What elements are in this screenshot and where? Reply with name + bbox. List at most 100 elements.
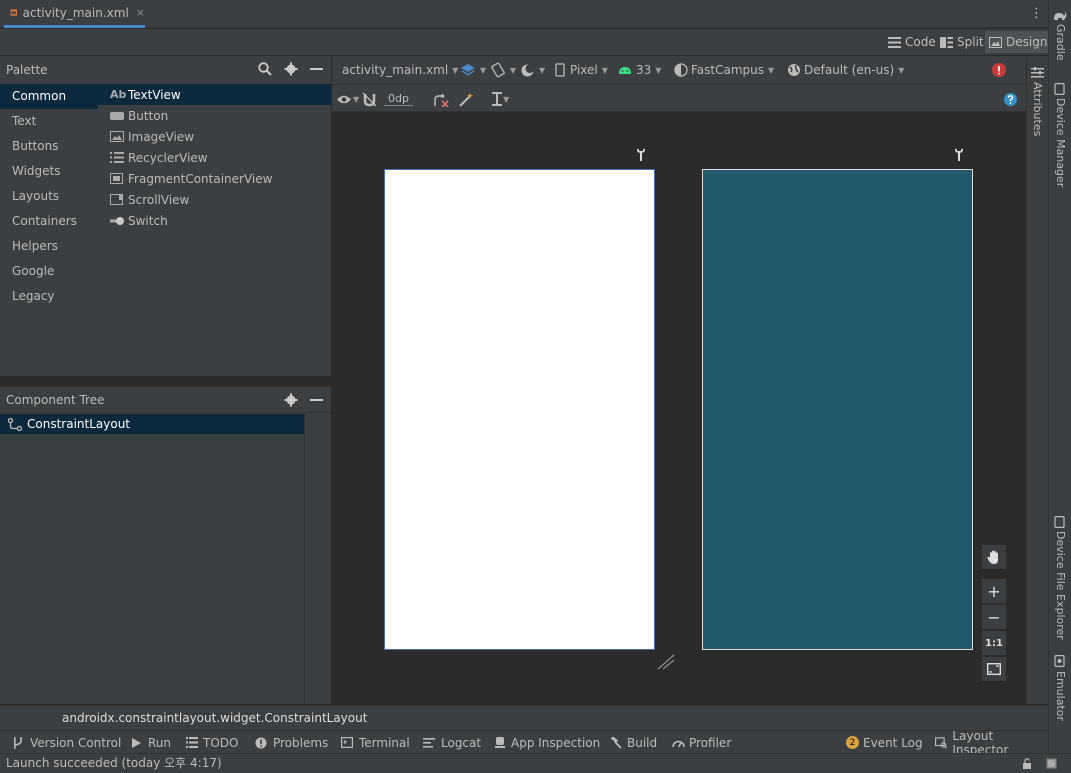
palette-item-label: FragmentContainerView bbox=[128, 171, 273, 186]
run-tab[interactable]: Run bbox=[131, 731, 171, 754]
help-indicator[interactable] bbox=[1004, 85, 1017, 113]
palette-item-fragmentcontainerview[interactable]: FragmentContainerView bbox=[98, 168, 331, 189]
gradle-tab[interactable]: Gradle bbox=[1054, 24, 1067, 61]
more-options-icon[interactable]: ⋮ bbox=[1030, 6, 1043, 21]
version-control-tab[interactable]: Version Control bbox=[12, 731, 121, 754]
build-tab[interactable]: Build bbox=[610, 731, 657, 754]
view-options-dropdown[interactable]: ▼ bbox=[336, 85, 359, 113]
palette-title: Palette bbox=[6, 63, 48, 77]
palette-category-text[interactable]: Text bbox=[0, 109, 98, 134]
list-icon bbox=[186, 737, 198, 748]
autoconnect-toggle[interactable] bbox=[362, 85, 377, 113]
selected-class-path: androidx.constraintlayout.widget.Constra… bbox=[0, 705, 1048, 730]
clear-constraints-button[interactable] bbox=[432, 85, 449, 113]
editor-tab-activity-main[interactable]: activity_main.xml × bbox=[4, 0, 145, 28]
default-margin-dropdown[interactable]: 0dp bbox=[384, 85, 413, 113]
minimize-icon[interactable] bbox=[310, 68, 323, 71]
palette-category-buttons[interactable]: Buttons bbox=[0, 134, 98, 159]
file-selector-dropdown[interactable]: activity_main.xml ▼ bbox=[342, 56, 458, 84]
tool-window-label: Terminal bbox=[359, 735, 410, 750]
view-mode-bar: Code Split Design bbox=[0, 29, 1052, 55]
palette-category-widgets[interactable]: Widgets bbox=[0, 159, 98, 184]
infer-constraints-button[interactable] bbox=[458, 85, 474, 113]
palette-category-google[interactable]: Google bbox=[0, 259, 98, 284]
device-file-explorer-tab[interactable]: Device File Explorer bbox=[1054, 531, 1067, 640]
zoom-out-button[interactable]: − bbox=[981, 604, 1007, 630]
terminal-icon bbox=[341, 737, 353, 748]
error-icon bbox=[992, 63, 1006, 77]
wrench-icon[interactable] bbox=[636, 148, 646, 161]
logcat-tab[interactable]: Logcat bbox=[423, 731, 481, 754]
terminal-tab[interactable]: Terminal bbox=[341, 731, 410, 754]
zoom-controls: + − 1:1 bbox=[981, 544, 1009, 682]
event-log-tab[interactable]: 2 Event Log bbox=[846, 731, 923, 754]
resize-handle-icon[interactable] bbox=[657, 654, 675, 670]
zoom-to-fit-button[interactable] bbox=[981, 656, 1007, 682]
split-mode-button[interactable]: Split bbox=[936, 31, 988, 53]
design-canvas[interactable]: + − 1:1 bbox=[332, 112, 1026, 704]
palette-item-recyclerview[interactable]: RecyclerView bbox=[98, 147, 331, 168]
guidelines-dropdown[interactable]: ▼ bbox=[492, 85, 509, 113]
search-icon[interactable] bbox=[258, 62, 272, 76]
zoom-actual-size-button[interactable]: 1:1 bbox=[981, 630, 1007, 656]
palette-item-label: ImageView bbox=[128, 129, 195, 144]
design-mode-button[interactable]: Design bbox=[985, 31, 1052, 53]
wrench-icon[interactable] bbox=[954, 148, 964, 161]
minimize-icon[interactable] bbox=[310, 399, 323, 402]
unlock-icon[interactable] bbox=[1022, 758, 1032, 769]
palette-item-button[interactable]: Button bbox=[98, 105, 331, 126]
palette-category-containers[interactable]: Containers bbox=[0, 209, 98, 234]
palette-category-helpers[interactable]: Helpers bbox=[0, 234, 98, 259]
code-mode-button[interactable]: Code bbox=[884, 31, 940, 53]
error-indicator[interactable] bbox=[992, 56, 1006, 84]
tool-window-label: Version Control bbox=[30, 735, 122, 750]
layout-inspector-tab[interactable]: Layout Inspector bbox=[935, 729, 1048, 757]
palette-category-layouts[interactable]: Layouts bbox=[0, 184, 98, 209]
orientation-dropdown[interactable]: ▼ bbox=[490, 56, 516, 84]
gear-icon[interactable] bbox=[284, 62, 298, 76]
palette-item-textview[interactable]: Ab TextView bbox=[98, 84, 331, 105]
layout-inspector-icon bbox=[935, 736, 948, 749]
close-icon[interactable]: × bbox=[136, 6, 145, 19]
chevron-down-icon: ▼ bbox=[601, 65, 608, 75]
device-dropdown[interactable]: Pixel ▼ bbox=[555, 56, 608, 84]
text-cursor-icon bbox=[492, 92, 502, 106]
fit-screen-icon bbox=[987, 663, 1001, 675]
locale-dropdown[interactable]: Default (en-us) ▼ bbox=[787, 56, 904, 84]
eye-icon bbox=[337, 95, 351, 103]
tree-node-constraintlayout[interactable]: ConstraintLayout bbox=[0, 414, 304, 434]
device-manager-tab[interactable]: Device Manager bbox=[1054, 98, 1067, 187]
todo-tab[interactable]: TODO bbox=[186, 731, 238, 754]
tool-window-label: Logcat bbox=[441, 735, 482, 750]
blueprint-surface[interactable] bbox=[702, 169, 973, 650]
zoom-in-button[interactable]: + bbox=[981, 578, 1007, 604]
design-surface[interactable] bbox=[384, 169, 655, 650]
switch-icon bbox=[110, 215, 124, 226]
theme-dropdown[interactable]: FastCampus ▼ bbox=[674, 56, 774, 84]
api-level-dropdown[interactable]: 33 ▼ bbox=[618, 56, 661, 84]
palette-category-common[interactable]: Common bbox=[0, 84, 98, 109]
palette-item-imageview[interactable]: ImageView bbox=[98, 126, 331, 147]
code-mode-label: Code bbox=[905, 35, 936, 49]
night-mode-dropdown[interactable]: ▼ bbox=[520, 56, 545, 84]
device-label: Pixel bbox=[570, 63, 598, 77]
palette-item-switch[interactable]: Switch bbox=[98, 210, 331, 231]
status-message: Launch succeeded (today 오후 4:17) bbox=[6, 756, 222, 770]
emulator-tab[interactable]: Emulator bbox=[1054, 671, 1067, 721]
profiler-tab[interactable]: Profiler bbox=[672, 731, 731, 754]
branch-icon bbox=[14, 736, 22, 749]
gear-icon[interactable] bbox=[284, 393, 298, 407]
globe-icon bbox=[788, 64, 800, 76]
layers-dropdown[interactable]: ▼ bbox=[460, 56, 486, 84]
tree-node-label: ConstraintLayout bbox=[27, 417, 131, 431]
problems-tab[interactable]: Problems bbox=[255, 731, 328, 754]
palette-item-scrollview[interactable]: ScrollView bbox=[98, 189, 331, 210]
palette-category-legacy[interactable]: Legacy bbox=[0, 284, 98, 309]
memory-icon[interactable] bbox=[1046, 758, 1057, 769]
help-icon bbox=[1004, 92, 1017, 106]
chevron-down-icon: ▼ bbox=[353, 94, 360, 104]
app-inspection-tab[interactable]: App Inspection bbox=[494, 731, 600, 754]
attributes-tab[interactable]: Attributes bbox=[1031, 82, 1044, 136]
tool-window-bar: Version Control Run TODO Problems Termin… bbox=[0, 729, 1048, 757]
pan-button[interactable] bbox=[981, 544, 1007, 570]
